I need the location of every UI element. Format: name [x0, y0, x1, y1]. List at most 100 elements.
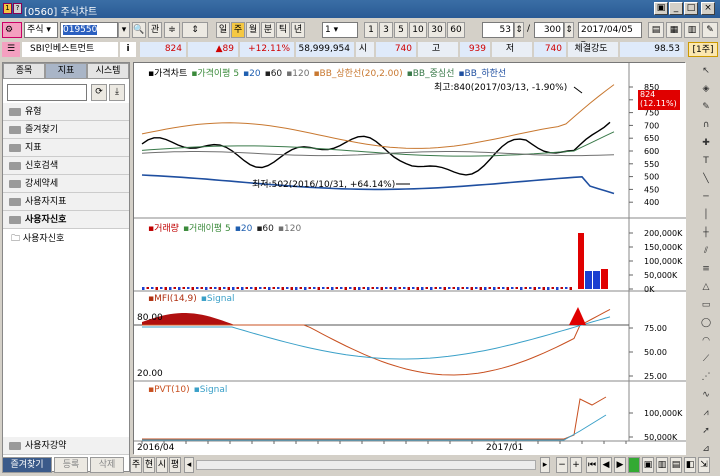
unit-button[interactable]: [1주] — [688, 42, 718, 57]
channel-icon[interactable]: ⫽ — [697, 244, 715, 259]
settings-icon[interactable]: ⚙ — [2, 22, 22, 38]
gwan-button[interactable]: 관 — [148, 22, 162, 38]
pencil-icon[interactable]: ✎ — [697, 100, 715, 115]
download-icon[interactable]: ⤓ — [109, 84, 125, 101]
triangle-icon[interactable]: △ — [697, 280, 715, 295]
gann-icon[interactable]: ⟋ — [697, 352, 715, 367]
volume-bar — [484, 287, 487, 290]
grid-icon[interactable]: ▦ — [666, 22, 682, 38]
period-year[interactable]: 년 — [291, 22, 305, 38]
vertical-line-icon[interactable]: │ — [697, 208, 715, 223]
volume-bar — [493, 287, 496, 290]
view-icon[interactable]: ▣ — [642, 457, 654, 473]
interval-1[interactable]: 1 — [364, 22, 378, 38]
chart-area[interactable]: 850800750700650600550500450400 200,000K1… — [133, 62, 686, 455]
close-icon[interactable]: × — [701, 2, 715, 15]
folder-favorites[interactable]: 즐겨찾기 — [3, 121, 129, 139]
arc-icon[interactable]: ◠ — [697, 334, 715, 349]
capture-icon[interactable]: ◧ — [684, 457, 696, 473]
wave-icon[interactable]: ∿ — [697, 388, 715, 403]
market-select[interactable]: 주식 ▾ — [24, 22, 58, 38]
total-spinner[interactable]: ⇕ — [564, 22, 574, 38]
cross-line-icon[interactable]: ┼ — [697, 226, 715, 241]
export-icon[interactable]: ⇲ — [698, 457, 710, 473]
minimize-icon[interactable]: _ — [669, 2, 683, 15]
period-minute[interactable]: 분 — [261, 22, 275, 38]
config-icon[interactable]: ▥ — [684, 22, 700, 38]
first-icon[interactable]: ⏮ — [586, 457, 598, 473]
zoom-out-icon[interactable]: − — [556, 457, 568, 473]
ellipse-icon[interactable]: ◯ — [697, 316, 715, 331]
search-icon[interactable]: 🔍 — [132, 22, 146, 38]
save-icon[interactable]: ▤ — [670, 457, 682, 473]
arrow-icon[interactable]: ➚ — [697, 424, 715, 439]
date-input[interactable]: 2017/04/05 ▾ — [578, 22, 642, 49]
period-month[interactable]: 월 — [246, 22, 260, 38]
scroll-left-icon[interactable]: ◂ — [184, 457, 194, 473]
tab-indicators[interactable]: 지표 — [45, 63, 87, 79]
count-input[interactable]: 53 — [482, 22, 514, 38]
fibonacci-icon[interactable]: ≡ — [697, 262, 715, 277]
lock-icon[interactable]: ▣ — [654, 2, 668, 15]
folder-signal-search[interactable]: 신호검색 — [3, 157, 129, 175]
pointer-icon[interactable]: ↖ — [697, 64, 715, 79]
sub-item-user-signal[interactable]: 🗀 사용자신호 — [11, 231, 64, 247]
tab-current[interactable]: 현 — [143, 457, 155, 473]
tab-week[interactable]: 주 — [130, 457, 142, 473]
tab-system[interactable]: 시스템 — [87, 63, 129, 79]
print-icon[interactable]: ▤ — [648, 22, 664, 38]
folder-user-strength[interactable]: 사용자강약 — [3, 437, 129, 455]
eraser-icon[interactable]: ◈ — [697, 82, 715, 97]
info-button[interactable]: i — [120, 42, 136, 57]
tab-average[interactable]: 평 — [169, 457, 181, 473]
chart-canvas[interactable]: 850800750700650600550500450400 200,000K1… — [134, 63, 686, 455]
maximize-icon[interactable]: □ — [684, 2, 698, 15]
volume-bar — [196, 287, 199, 289]
tab-stocks[interactable]: 종목 — [3, 63, 45, 79]
interval-select[interactable]: 1 ▾ — [322, 22, 358, 38]
layout-icon[interactable]: ▥ — [656, 457, 668, 473]
zoom-in-icon[interactable]: + — [570, 457, 582, 473]
tab-market[interactable]: 시 — [156, 457, 168, 473]
stock-code-input[interactable]: 019550 — [60, 22, 118, 38]
interval-60[interactable]: 60 — [447, 22, 465, 38]
scrollbar[interactable] — [196, 460, 536, 470]
period-week[interactable]: 주 — [231, 22, 245, 38]
count-total-input[interactable]: 300 — [534, 22, 564, 38]
zigzag-icon[interactable]: ⩘ — [697, 406, 715, 421]
indicator-search-input[interactable] — [7, 84, 87, 101]
prev-icon[interactable]: ◀ — [600, 457, 612, 473]
folder-user-indicators[interactable]: 사용자지표 — [3, 193, 129, 211]
folder-user-signals[interactable]: 사용자신호 — [3, 211, 129, 229]
green-icon[interactable] — [628, 457, 640, 473]
crosshair-icon[interactable]: ✚ — [697, 136, 715, 151]
fan-icon[interactable]: ⋰ — [697, 370, 715, 385]
trend-line-icon[interactable]: ╲ — [697, 172, 715, 187]
text-icon[interactable]: T — [697, 154, 715, 169]
favorite-icon[interactable]: ☰ — [2, 42, 20, 57]
interval-30[interactable]: 30 — [428, 22, 446, 38]
period-day[interactable]: 일 — [216, 22, 230, 38]
period-tick[interactable]: 틱 — [276, 22, 290, 38]
count-spinner[interactable]: ⇕ — [514, 22, 524, 38]
scroll-right-icon[interactable]: ▸ — [540, 457, 550, 473]
interval-3[interactable]: 3 — [379, 22, 393, 38]
folder-strength[interactable]: 강세약세 — [3, 175, 129, 193]
register-button[interactable]: 등록 — [54, 457, 88, 473]
refresh-icon[interactable]: ⟳ — [91, 84, 107, 101]
next-icon[interactable]: ▶ — [614, 457, 626, 473]
interval-5[interactable]: 5 — [394, 22, 408, 38]
tool-icon[interactable]: ✎ — [702, 22, 718, 38]
folder-indicators[interactable]: 지표 — [3, 139, 129, 157]
code-dropdown-icon[interactable]: ▾ — [118, 22, 130, 38]
sort-icon[interactable]: ≑ — [164, 22, 180, 38]
magnet-icon[interactable]: ∩ — [697, 118, 715, 133]
folder-type[interactable]: 유형 — [3, 103, 129, 121]
delete-button[interactable]: 삭제 — [90, 457, 124, 473]
interval-10[interactable]: 10 — [409, 22, 427, 38]
help-icon[interactable]: ? — [13, 3, 22, 14]
step-spinner[interactable]: ⇕ — [182, 22, 208, 38]
horizontal-line-icon[interactable]: ─ — [697, 190, 715, 205]
favorites-button[interactable]: 즐겨찾기 — [2, 457, 52, 473]
rectangle-icon[interactable]: ▭ — [697, 298, 715, 313]
